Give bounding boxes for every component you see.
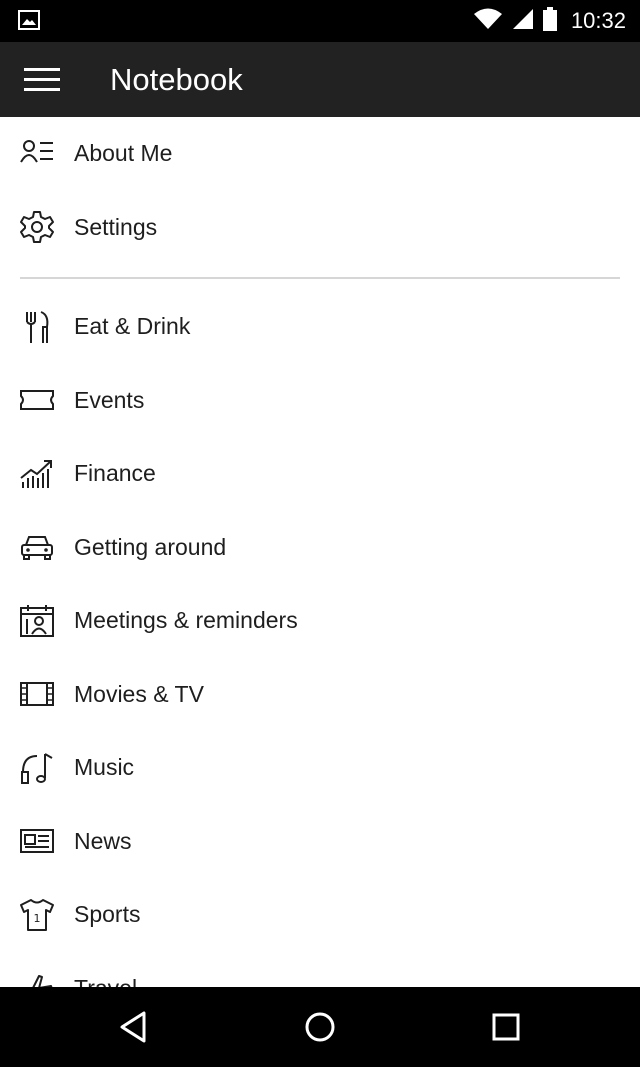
jersey-icon: 1 [18, 896, 56, 934]
divider [20, 277, 620, 279]
menu-item-label: Meetings & reminders [74, 607, 298, 634]
status-time: 10:32 [570, 8, 626, 33]
menu-item-about-me[interactable]: About Me [0, 117, 640, 191]
menu-item-getting-around[interactable]: Getting around [0, 511, 640, 585]
fork-knife-icon [18, 308, 56, 346]
screen: 10:32 Notebook About Me Settings Eat & D… [0, 0, 640, 1067]
menu-item-label: Getting around [74, 533, 227, 560]
menu-item-settings[interactable]: Settings [0, 191, 640, 265]
calendar-people-icon [18, 602, 56, 640]
status-bar: 10:32 [0, 0, 640, 42]
menu-item-label: Finance [74, 460, 156, 487]
ticket-icon [18, 381, 56, 419]
image-notification-icon [18, 10, 40, 30]
headphones-music-icon [18, 749, 56, 787]
battery-icon [542, 6, 557, 36]
page-title: Notebook [110, 62, 243, 97]
film-icon [18, 675, 56, 713]
wifi-icon [473, 7, 503, 36]
menu-item-label: Settings [74, 213, 158, 240]
menu-item-music[interactable]: Music [0, 731, 640, 805]
navigation-bar [0, 987, 640, 1067]
status-icons: 10:32 [473, 6, 626, 36]
divider-wrap [0, 264, 640, 290]
chart-up-icon [18, 455, 56, 493]
car-icon [18, 528, 56, 566]
back-icon[interactable] [114, 1007, 154, 1047]
menu-item-label: Music [74, 754, 135, 781]
newspaper-icon [18, 822, 56, 860]
menu-item-label: About Me [74, 140, 173, 167]
recents-icon[interactable] [486, 1007, 526, 1047]
cell-signal-icon [511, 7, 535, 36]
menu-item-finance[interactable]: Finance [0, 437, 640, 511]
menu-item-meetings-reminders[interactable]: Meetings & reminders [0, 584, 640, 658]
gear-icon [18, 208, 56, 246]
app-bar: Notebook [0, 42, 640, 117]
menu-item-sports[interactable]: 1 Sports [0, 878, 640, 952]
hamburger-menu-icon[interactable] [22, 64, 62, 96]
menu-item-label: News [74, 827, 132, 854]
menu-item-news[interactable]: News [0, 805, 640, 879]
menu-item-events[interactable]: Events [0, 364, 640, 438]
home-icon[interactable] [300, 1007, 340, 1047]
menu-item-label: Eat & Drink [74, 313, 191, 340]
menu-item-label: Events [74, 386, 145, 413]
menu-item-movies-tv[interactable]: Movies & TV [0, 658, 640, 732]
notebook-menu-list: About Me Settings Eat & Drink Events Fin… [0, 117, 640, 1025]
svg-text:1: 1 [34, 912, 41, 925]
person-list-icon [18, 135, 56, 173]
menu-item-label: Movies & TV [74, 680, 204, 707]
menu-item-eat-drink[interactable]: Eat & Drink [0, 290, 640, 364]
menu-item-label: Sports [74, 901, 141, 928]
